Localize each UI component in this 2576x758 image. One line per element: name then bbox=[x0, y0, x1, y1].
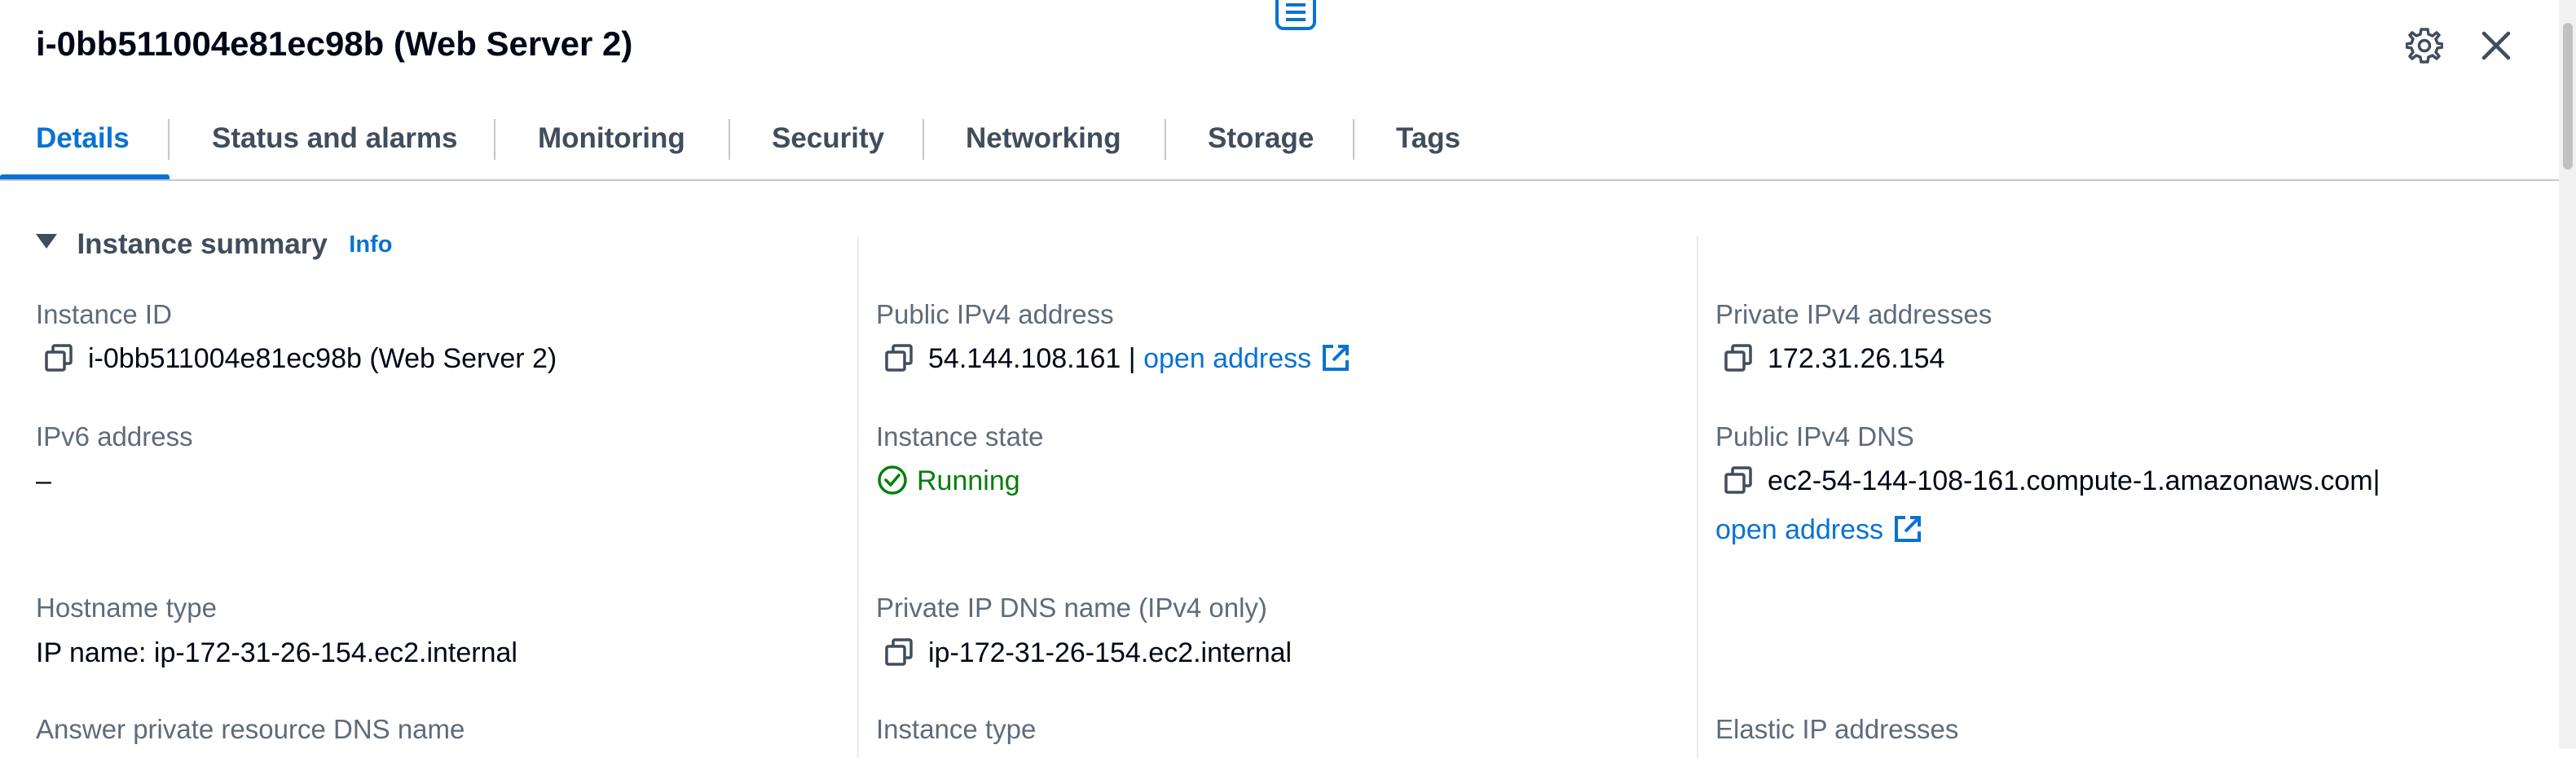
external-link-icon[interactable] bbox=[1891, 513, 1924, 545]
scrollbar-thumb[interactable] bbox=[2563, 23, 2573, 170]
public-dns-text: ec2-54-144-108-161.compute-1.amazonaws.c… bbox=[1768, 465, 2373, 496]
ipv6-value: – bbox=[36, 465, 51, 496]
copy-icon[interactable] bbox=[884, 343, 914, 372]
tab-security[interactable]: Security bbox=[772, 98, 884, 179]
close-icon[interactable] bbox=[2477, 27, 2515, 64]
gear-icon[interactable] bbox=[2406, 27, 2443, 64]
answer-dns-label: Answer private resource DNS name bbox=[36, 714, 465, 744]
tab-status-and-alarms[interactable]: Status and alarms bbox=[212, 98, 458, 179]
tab-monitoring[interactable]: Monitoring bbox=[538, 98, 685, 179]
instance-id-value: i-0bb511004e81ec98b (Web Server 2) bbox=[44, 343, 557, 375]
section-title: Instance summary bbox=[77, 228, 328, 260]
column-divider bbox=[857, 236, 859, 758]
info-link[interactable]: Info bbox=[349, 231, 392, 258]
tab-divider bbox=[1353, 119, 1354, 160]
public-ipv4-value: 54.144.108.161 | open address bbox=[884, 343, 1352, 377]
external-link-icon[interactable] bbox=[1319, 342, 1352, 374]
instance-id-label: Instance ID bbox=[36, 299, 172, 329]
open-address-link[interactable]: open address bbox=[1715, 514, 1883, 545]
tab-storage[interactable]: Storage bbox=[1208, 98, 1314, 179]
tab-networking[interactable]: Networking bbox=[966, 98, 1121, 179]
separator: | bbox=[2372, 465, 2380, 496]
notes-icon[interactable] bbox=[1275, 0, 1317, 33]
tab-divider bbox=[729, 119, 730, 160]
public-dns-open-address: open address bbox=[1715, 514, 1924, 548]
instance-summary-header[interactable]: Instance summary Info bbox=[36, 228, 392, 269]
private-dns-label: Private IP DNS name (IPv4 only) bbox=[876, 593, 1267, 623]
instance-type-label: Instance type bbox=[876, 714, 1037, 744]
details-panel-header: i-0bb511004e81ec98b (Web Server 2) bbox=[0, 0, 2576, 90]
tab-bar: Details Status and alarms Monitoring Sec… bbox=[0, 98, 2559, 181]
copy-icon[interactable] bbox=[1724, 343, 1753, 372]
private-ipv4-text: 172.31.26.154 bbox=[1768, 343, 1945, 374]
hostname-type-value: IP name: ip-172-31-26-154.ec2.internal bbox=[36, 637, 517, 668]
private-dns-text: ip-172-31-26-154.ec2.internal bbox=[928, 637, 1292, 668]
separator: | bbox=[1128, 343, 1136, 374]
tab-divider bbox=[494, 119, 495, 160]
public-ipv4-text: 54.144.108.161 bbox=[928, 343, 1121, 374]
instance-id-text: i-0bb511004e81ec98b (Web Server 2) bbox=[88, 343, 557, 374]
copy-icon[interactable] bbox=[1724, 465, 1753, 495]
hostname-type-label: Hostname type bbox=[36, 593, 217, 623]
instance-state-value: Running bbox=[876, 465, 1020, 499]
instance-state-label: Instance state bbox=[876, 421, 1044, 452]
check-circle-icon bbox=[878, 465, 907, 495]
instance-title: i-0bb511004e81ec98b (Web Server 2) bbox=[36, 24, 633, 63]
copy-icon[interactable] bbox=[884, 637, 914, 667]
caret-down-icon[interactable] bbox=[36, 234, 57, 249]
tab-divider bbox=[168, 119, 170, 160]
instance-state-text: Running bbox=[917, 465, 1020, 496]
private-ipv4-value: 172.31.26.154 bbox=[1724, 343, 1944, 375]
open-address-link[interactable]: open address bbox=[1143, 343, 1311, 374]
tab-details[interactable]: Details bbox=[36, 98, 130, 179]
tab-tags[interactable]: Tags bbox=[1396, 98, 1460, 179]
tab-divider bbox=[923, 119, 924, 160]
public-dns-value: ec2-54-144-108-161.compute-1.amazonaws.c… bbox=[1724, 465, 2380, 497]
private-dns-value: ip-172-31-26-154.ec2.internal bbox=[884, 637, 1292, 669]
column-divider bbox=[1697, 236, 1698, 758]
tab-divider bbox=[1165, 119, 1166, 160]
public-dns-label: Public IPv4 DNS bbox=[1715, 421, 1914, 452]
public-ipv4-label: Public IPv4 address bbox=[876, 299, 1114, 329]
active-tab-indicator bbox=[0, 174, 170, 179]
copy-icon[interactable] bbox=[44, 343, 73, 372]
ipv6-label: IPv6 address bbox=[36, 421, 193, 452]
private-ipv4-label: Private IPv4 addresses bbox=[1715, 299, 1993, 329]
elastic-ip-label: Elastic IP addresses bbox=[1715, 714, 1959, 744]
